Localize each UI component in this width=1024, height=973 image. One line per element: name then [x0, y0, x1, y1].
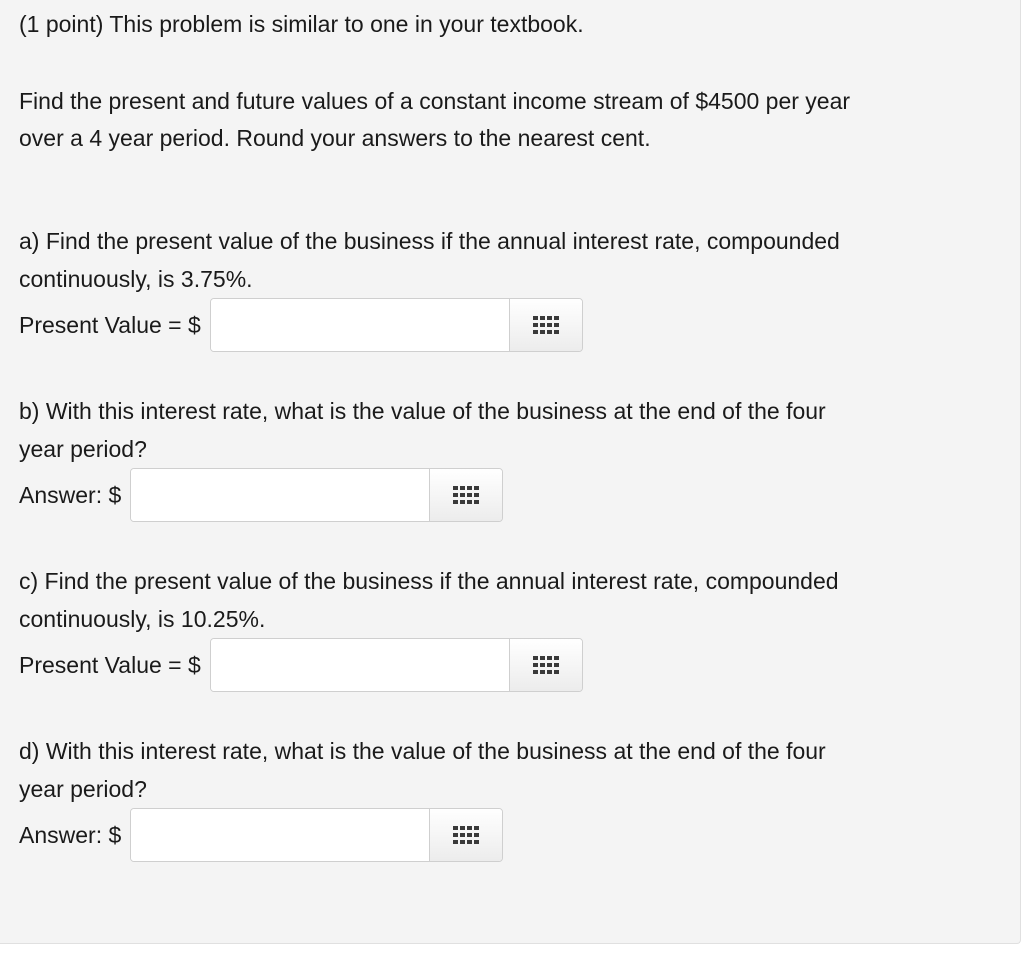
- part-b-prompt-line-2: year period?: [19, 436, 147, 462]
- part-d-answer-label: Answer: $: [19, 822, 122, 848]
- problem-panel: (1 point) This problem is similar to one…: [0, 0, 1021, 944]
- part-a-answer-row: Present Value = $: [19, 297, 583, 353]
- part-d-answer-input[interactable]: [131, 809, 430, 861]
- part-c-prompt-line-2: continuously, is 10.25%.: [19, 606, 266, 632]
- part-b-answer-label: Answer: $: [19, 482, 122, 508]
- part-c-prompt-line-1: c) Find the present value of the busines…: [19, 568, 839, 594]
- part-b-prompt-line-1: b) With this interest rate, what is the …: [19, 398, 826, 424]
- problem-intro-line-2: over a 4 year period. Round your answers…: [19, 125, 651, 151]
- part-a-prompt-line-2: continuously, is 3.75%.: [19, 266, 253, 292]
- part-d-prompt-line-2: year period?: [19, 776, 147, 802]
- part-b-answer-input[interactable]: [131, 469, 430, 521]
- problem-intro-line-1: Find the present and future values of a …: [19, 88, 851, 114]
- part-c-answer-label: Present Value = $: [19, 652, 201, 678]
- equation-palette-icon: [532, 316, 559, 334]
- equation-palette-icon: [453, 486, 480, 504]
- equation-palette-icon: [453, 826, 480, 844]
- part-d-answer-row: Answer: $: [19, 807, 504, 863]
- part-c-answer-row: Present Value = $: [19, 637, 583, 693]
- equation-palette-icon: [532, 656, 559, 674]
- problem-header: (1 point) This problem is similar to one…: [19, 11, 584, 37]
- part-c-equation-palette-button[interactable]: [508, 639, 582, 691]
- part-a-equation-palette-button[interactable]: [508, 299, 582, 351]
- part-c-present-value-input[interactable]: [210, 639, 509, 691]
- part-d-equation-palette-button[interactable]: [429, 809, 503, 861]
- part-b-answer-box: [130, 468, 504, 522]
- part-a-answer-label: Present Value = $: [19, 312, 201, 338]
- part-c-answer-box: [209, 638, 583, 692]
- part-b-answer-row: Answer: $: [19, 467, 504, 523]
- part-a-present-value-input[interactable]: [210, 299, 509, 351]
- part-d-answer-box: [130, 808, 504, 862]
- part-a-prompt-line-1: a) Find the present value of the busines…: [19, 228, 840, 254]
- part-b-equation-palette-button[interactable]: [429, 469, 503, 521]
- part-d-prompt-line-1: d) With this interest rate, what is the …: [19, 738, 826, 764]
- part-a-answer-box: [209, 298, 583, 352]
